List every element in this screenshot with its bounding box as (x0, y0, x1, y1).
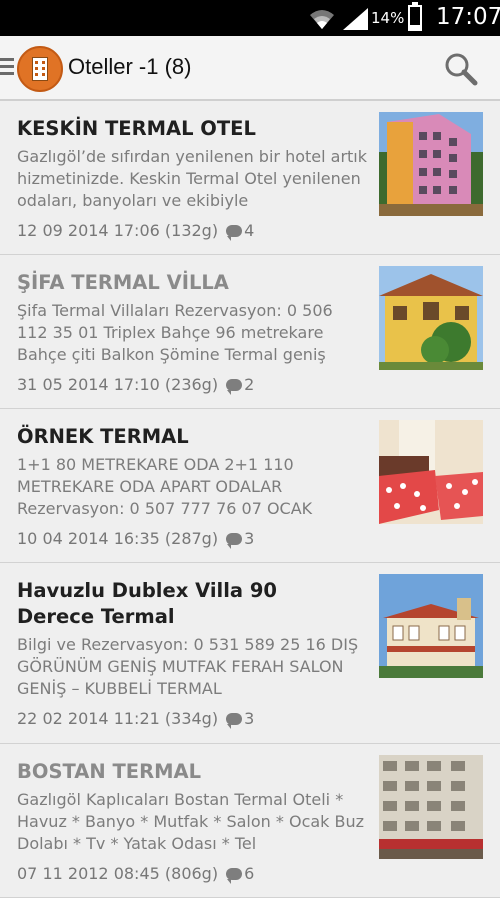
item-excerpt: Gazlıgöl’de sıfırdan yenilenen bir hotel… (17, 147, 367, 210)
list-item[interactable]: Havuzlu Dublex Villa 90 Derece Termal Bi… (0, 563, 500, 744)
comment-icon (226, 868, 243, 884)
item-meta: 07 11 2012 08:45 (806g) 6 (17, 864, 255, 884)
hotel-list: KESKİN TERMAL OTEL Gazlıgöl’de sıfırdan … (0, 101, 500, 898)
item-title: ŞİFA TERMAL VİLLA (17, 271, 229, 294)
item-thumbnail (379, 112, 483, 216)
drawer-icon[interactable] (0, 58, 14, 78)
comment-icon (226, 533, 243, 549)
clock: 17:07 (436, 4, 500, 30)
list-item[interactable]: KESKİN TERMAL OTEL Gazlıgöl’de sıfırdan … (0, 101, 500, 255)
hotel-icon[interactable] (17, 46, 63, 92)
item-comment-count: 3 (244, 529, 255, 548)
item-meta: 12 09 2014 17:06 (132g) 4 (17, 221, 255, 241)
comment-icon (226, 713, 243, 729)
item-meta: 22 02 2014 11:21 (334g) 3 (17, 709, 255, 729)
item-title: ÖRNEK TERMAL (17, 425, 189, 448)
item-meta: 10 04 2014 16:35 (287g) 3 (17, 529, 255, 549)
page-title: Oteller -1 (8) (68, 54, 192, 79)
status-bar: 14% 17:07 (0, 0, 500, 36)
item-meta: 31 05 2014 17:10 (236g) 2 (17, 375, 255, 395)
item-comment-count: 3 (244, 709, 255, 728)
item-title: BOSTAN TERMAL (17, 760, 202, 783)
signal-icon (343, 8, 368, 30)
item-date: 12 09 2014 17:06 (132g) (17, 221, 219, 240)
wifi-icon (310, 10, 334, 29)
list-item[interactable]: ŞİFA TERMAL VİLLA Şifa Termal Villaları … (0, 255, 500, 409)
item-title: Havuzlu Dublex Villa 90 Derece Termal (17, 579, 277, 628)
search-icon[interactable] (443, 52, 479, 86)
item-comment-count: 4 (244, 221, 255, 240)
item-date: 22 02 2014 11:21 (334g) (17, 709, 219, 728)
item-excerpt: Şifa Termal Villaları Rezervasyon: 0 506… (17, 301, 333, 364)
list-item[interactable]: ÖRNEK TERMAL 1+1 80 METREKARE ODA 2+1 11… (0, 409, 500, 563)
item-excerpt: Bilgi ve Rezervasyon: 0 531 589 25 16 DI… (17, 635, 359, 698)
battery-icon (408, 2, 422, 31)
battery-percent: 14% (371, 9, 405, 27)
item-title: KESKİN TERMAL OTEL (17, 117, 256, 140)
action-bar: Oteller -1 (8) (0, 36, 500, 101)
item-date: 07 11 2012 08:45 (806g) (17, 864, 219, 883)
item-thumbnail (379, 266, 483, 370)
item-date: 10 04 2014 16:35 (287g) (17, 529, 219, 548)
item-comment-count: 2 (244, 375, 255, 394)
list-item[interactable]: BOSTAN TERMAL Gazlıgöl Kaplıcaları Bosta… (0, 744, 500, 898)
item-thumbnail (379, 574, 483, 678)
comment-icon (226, 379, 243, 395)
comment-icon (226, 225, 243, 241)
item-thumbnail (379, 755, 483, 859)
item-date: 31 05 2014 17:10 (236g) (17, 375, 219, 394)
item-excerpt: Gazlıgöl Kaplıcaları Bostan Termal Oteli… (17, 790, 365, 853)
item-comment-count: 6 (244, 864, 255, 883)
item-thumbnail (379, 420, 483, 524)
item-excerpt: 1+1 80 METREKARE ODA 2+1 110 METREKARE O… (17, 455, 313, 518)
